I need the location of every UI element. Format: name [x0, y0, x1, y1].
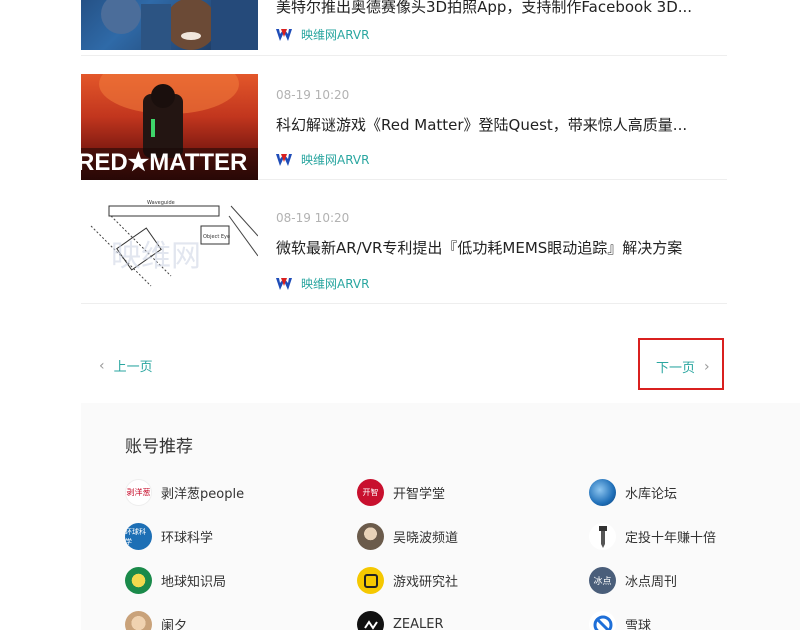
article-item[interactable]: 美特尔推出奥德赛像头3D拍照App，支持制作Facebook 3D... 映维网…: [81, 0, 727, 56]
account-name: 游戏研究社: [393, 575, 459, 590]
article-source[interactable]: 映维网ARVR: [276, 151, 369, 168]
article-thumbnail[interactable]: Waveguide Object Eye 映维网: [81, 196, 258, 302]
account-avatar: 开智: [357, 479, 384, 506]
account-avatar: [589, 611, 616, 630]
game-logo-text: RED★MATTER: [81, 149, 247, 176]
account-name: 剥洋葱people: [161, 487, 245, 502]
article-item[interactable]: Waveguide Object Eye 映维网 08-19 10:20 微软最…: [81, 180, 727, 304]
account-avatar: [125, 567, 152, 594]
account-item[interactable]: 雪球: [589, 611, 651, 630]
next-page-highlight: 下一页 ›: [638, 338, 724, 390]
account-name: 地球知识局: [161, 575, 227, 590]
zealer-logo-icon: [363, 619, 378, 630]
snowball-logo-icon: [593, 615, 612, 630]
next-page-label: 下一页: [656, 361, 696, 376]
screw-icon: [598, 525, 607, 548]
prev-page-button[interactable]: ‹ 上一页: [99, 356, 153, 376]
diagram-label: Waveguide: [147, 200, 175, 206]
account-name: 雪球: [625, 619, 652, 630]
arvr-logo-icon: [276, 28, 292, 41]
prev-page-label: 上一页: [113, 360, 153, 375]
article-time: 08-19 10:20: [276, 88, 350, 102]
account-item[interactable]: 冰点 冰点周刊: [589, 567, 677, 594]
account-avatar: [589, 479, 616, 506]
account-name: 冰点周刊: [625, 575, 678, 590]
account-name: 吴晓波频道: [393, 531, 459, 546]
account-item[interactable]: 地球知识局: [125, 567, 226, 594]
article-title[interactable]: 微软最新AR/VR专利提出『低功耗MEMS眼动追踪』解决方案: [276, 237, 716, 258]
account-item[interactable]: 环球科学 环球科学: [125, 523, 213, 550]
account-avatar: [357, 567, 384, 594]
account-avatar: [589, 523, 616, 550]
arvr-logo-icon: [276, 153, 292, 166]
account-recommendations: 账号推荐 剥洋葱 剥洋葱people 开智 开智学堂 水库论坛 环球科学 环球科…: [81, 403, 800, 630]
article-source-name: 映维网ARVR: [301, 153, 370, 167]
account-item[interactable]: 剥洋葱 剥洋葱people: [125, 479, 244, 506]
chevron-left-icon: ‹: [99, 357, 105, 374]
article-source[interactable]: 映维网ARVR: [276, 26, 369, 43]
article-source-name: 映维网ARVR: [301, 28, 370, 42]
game-research-logo-icon: [363, 573, 378, 588]
account-item[interactable]: 开智 开智学堂: [357, 479, 445, 506]
article-item[interactable]: RED★MATTER 08-19 10:20 科幻解谜游戏《Red Matter…: [81, 56, 727, 180]
account-name: 开智学堂: [393, 487, 446, 502]
article-title[interactable]: 美特尔推出奥德赛像头3D拍照App，支持制作Facebook 3D...: [276, 0, 716, 17]
account-avatar: 环球科学: [125, 523, 152, 550]
watermark-text: 映维网: [111, 239, 201, 274]
account-item[interactable]: 阑夕: [125, 611, 187, 630]
section-title: 账号推荐: [125, 437, 193, 457]
patent-diagram-image: Waveguide Object Eye 映维网: [90, 200, 258, 287]
article-thumbnail[interactable]: RED★MATTER: [81, 74, 258, 180]
account-avatar: [125, 611, 152, 630]
account-item[interactable]: 吴晓波频道: [357, 523, 458, 550]
account-avatar: 剥洋葱: [125, 479, 152, 506]
account-item[interactable]: ZEALER: [357, 611, 444, 630]
account-name: 阑夕: [161, 619, 188, 630]
account-name: 定投十年赚十倍: [625, 531, 717, 546]
chevron-right-icon: ›: [704, 358, 710, 375]
red-matter-game-image: RED★MATTER: [81, 74, 258, 180]
next-page-button[interactable]: 下一页 ›: [656, 357, 710, 377]
article-source[interactable]: 映维网ARVR: [276, 275, 369, 292]
article-thumbnail[interactable]: [81, 0, 258, 50]
account-avatar: 冰点: [589, 567, 616, 594]
account-name: 环球科学: [161, 531, 214, 546]
article-time: 08-19 10:20: [276, 211, 350, 225]
pagination: ‹ 上一页 下一页 ›: [81, 338, 727, 390]
account-avatar: [357, 611, 384, 630]
article-source-name: 映维网ARVR: [301, 277, 370, 291]
account-name: ZEALER: [393, 617, 444, 630]
arvr-logo-icon: [276, 277, 292, 290]
people-photo-image: [101, 0, 258, 50]
account-avatar: [357, 523, 384, 550]
account-item[interactable]: 游戏研究社: [357, 567, 458, 594]
article-title[interactable]: 科幻解谜游戏《Red Matter》登陆Quest，带来惊人高质量...: [276, 114, 716, 135]
account-item[interactable]: 定投十年赚十倍: [589, 523, 716, 550]
account-name: 水库论坛: [625, 487, 678, 502]
account-item[interactable]: 水库论坛: [589, 479, 677, 506]
diagram-label: Object Eye: [203, 234, 230, 240]
